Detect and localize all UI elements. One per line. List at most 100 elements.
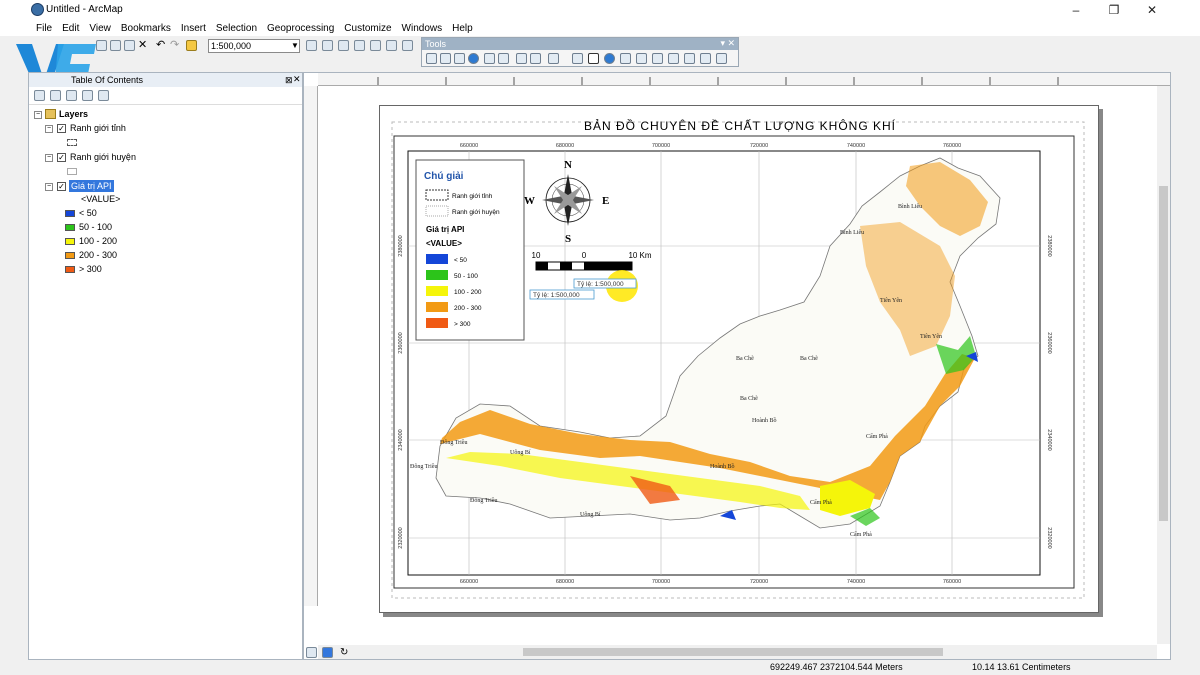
html-popup-icon[interactable] [636, 53, 647, 64]
menu-selection[interactable]: Selection [211, 21, 262, 34]
clear-selection-icon[interactable] [572, 53, 583, 64]
paste-icon[interactable] [124, 40, 135, 51]
hyperlink-icon[interactable] [620, 53, 631, 64]
collapse-layer-toggle[interactable]: − [45, 154, 53, 162]
delete-icon[interactable]: ✕ [138, 40, 149, 51]
class-label: 50 - 100 [79, 222, 113, 232]
data-view-icon[interactable] [306, 647, 317, 658]
horizontal-scroll-thumb[interactable] [523, 648, 943, 656]
layer-visibility-checkbox[interactable]: ✓ [57, 124, 66, 133]
layout-view-icon[interactable] [322, 647, 333, 658]
vertical-ruler [304, 86, 318, 606]
measure-icon[interactable] [652, 53, 663, 64]
menu-help[interactable]: Help [447, 21, 478, 34]
menu-geoprocessing[interactable]: Geoprocessing [262, 21, 339, 34]
list-by-source-icon[interactable] [50, 90, 61, 101]
viewer-window-icon[interactable] [716, 53, 727, 64]
layers-root-label[interactable]: Layers [59, 109, 88, 119]
layer-visibility-checkbox[interactable]: ✓ [57, 182, 66, 191]
python-window-icon[interactable] [370, 40, 381, 51]
back-extent-icon[interactable] [516, 53, 527, 64]
class-symbol[interactable] [65, 266, 75, 273]
class-symbol[interactable] [65, 252, 75, 259]
legend-box: Chú giải Ranh giới tỉnh Ranh giới huyện … [415, 159, 525, 341]
undo-icon[interactable]: ↶ [156, 40, 167, 51]
tools-close-icon[interactable]: ▾ ✕ [720, 38, 735, 49]
scale-input[interactable]: 1:500,000 [208, 39, 300, 53]
arctoolbox-icon[interactable] [354, 40, 365, 51]
menu-edit[interactable]: Edit [57, 21, 84, 34]
list-by-selection-icon[interactable] [82, 90, 93, 101]
menu-bookmarks[interactable]: Bookmarks [116, 21, 176, 34]
time-slider-icon[interactable] [700, 53, 711, 64]
identify-results-icon[interactable] [322, 40, 333, 51]
status-bar: 692249.467 2372104.544 Meters 10.14 13.6… [0, 661, 1200, 675]
find-icon[interactable] [668, 53, 679, 64]
collapse-layer-toggle[interactable]: − [45, 125, 53, 133]
x-tick-label: 740000 [847, 143, 865, 149]
horizontal-scrollbar[interactable] [318, 645, 1157, 659]
menu-windows[interactable]: Windows [397, 21, 448, 34]
layout-page[interactable]: BẢN ĐỒ CHUYÊN ĐỀ CHẤT LƯỢNG KHÔNG KHÍ 66… [379, 105, 1099, 613]
fixed-zoom-out-icon[interactable] [498, 53, 509, 64]
place-label: Tiên Yên [920, 334, 942, 340]
list-by-drawing-order-icon[interactable] [34, 90, 45, 101]
class-symbol[interactable] [65, 224, 75, 231]
province-boundary-symbol[interactable] [67, 139, 77, 146]
zoom-out-icon[interactable] [440, 53, 451, 64]
map-coordinates: 692249.467 2372104.544 Meters [770, 662, 903, 672]
go-to-xy-icon[interactable] [684, 53, 695, 64]
layer-field-label: <VALUE> [81, 194, 121, 204]
close-icon[interactable]: ✕ [1138, 2, 1166, 18]
layer-visibility-checkbox[interactable]: ✓ [57, 153, 66, 162]
legend-class-label: > 300 [454, 321, 471, 328]
collapse-layers-toggle[interactable]: − [34, 111, 42, 119]
zoom-in-icon[interactable] [426, 53, 437, 64]
x-tick-label: 720000 [750, 579, 768, 585]
menu-file[interactable]: File [31, 21, 57, 34]
forward-extent-icon[interactable] [530, 53, 541, 64]
layer-ranh-gioi-tinh[interactable]: Ranh giới tỉnh [70, 123, 126, 133]
fixed-zoom-in-icon[interactable] [484, 53, 495, 64]
toc-toolbar [29, 87, 302, 105]
menu-insert[interactable]: Insert [176, 21, 211, 34]
vertical-scroll-thumb[interactable] [1159, 186, 1168, 521]
refresh-icon[interactable]: ↻ [340, 647, 351, 658]
identify-icon[interactable] [604, 53, 615, 64]
catalog-icon[interactable] [338, 40, 349, 51]
menu-customize[interactable]: Customize [339, 21, 396, 34]
district-boundary-symbol[interactable] [67, 168, 77, 175]
chevron-down-icon[interactable]: ▼ [290, 39, 300, 53]
class-symbol[interactable] [65, 210, 75, 217]
toc-close-icon[interactable]: ✕ [293, 74, 301, 85]
toc-pin-icon[interactable]: ⊠ [285, 75, 293, 86]
page-coordinates: 10.14 13.61 Centimeters [972, 662, 1071, 672]
search-window-icon[interactable] [386, 40, 397, 51]
scalebar-label: 10 [532, 251, 541, 260]
add-data-icon[interactable] [186, 40, 197, 51]
layer-gia-tri-api[interactable]: Giá trị API [69, 180, 114, 192]
toc-options-icon[interactable] [98, 90, 109, 101]
pan-icon[interactable] [454, 53, 465, 64]
list-by-visibility-icon[interactable] [66, 90, 77, 101]
model-builder-icon[interactable] [402, 40, 413, 51]
legend-class-label: < 50 [454, 257, 467, 264]
maximize-icon[interactable]: ❐ [1100, 2, 1128, 18]
full-extent-icon[interactable] [468, 53, 479, 64]
redo-icon[interactable]: ↷ [170, 40, 181, 51]
minimize-icon[interactable]: – [1062, 2, 1090, 18]
editor-toolbar-icon[interactable] [306, 40, 317, 51]
collapse-layer-toggle[interactable]: − [45, 183, 53, 191]
menu-view[interactable]: View [84, 21, 116, 34]
place-label: Đông Triều [440, 439, 468, 446]
y-tick-label: 2380000 [398, 235, 404, 256]
class-symbol[interactable] [65, 238, 75, 245]
y-tick-label: 2340000 [398, 429, 404, 450]
select-features-icon[interactable] [548, 53, 559, 64]
y-tick-label: 2320000 [398, 527, 404, 548]
legend-field: <VALUE> [426, 239, 462, 248]
select-elements-icon[interactable] [588, 53, 599, 64]
vertical-scrollbar[interactable] [1157, 86, 1170, 644]
window-title: Untitled - ArcMap [46, 4, 123, 15]
layer-ranh-gioi-huyen[interactable]: Ranh giới huyện [70, 152, 136, 162]
